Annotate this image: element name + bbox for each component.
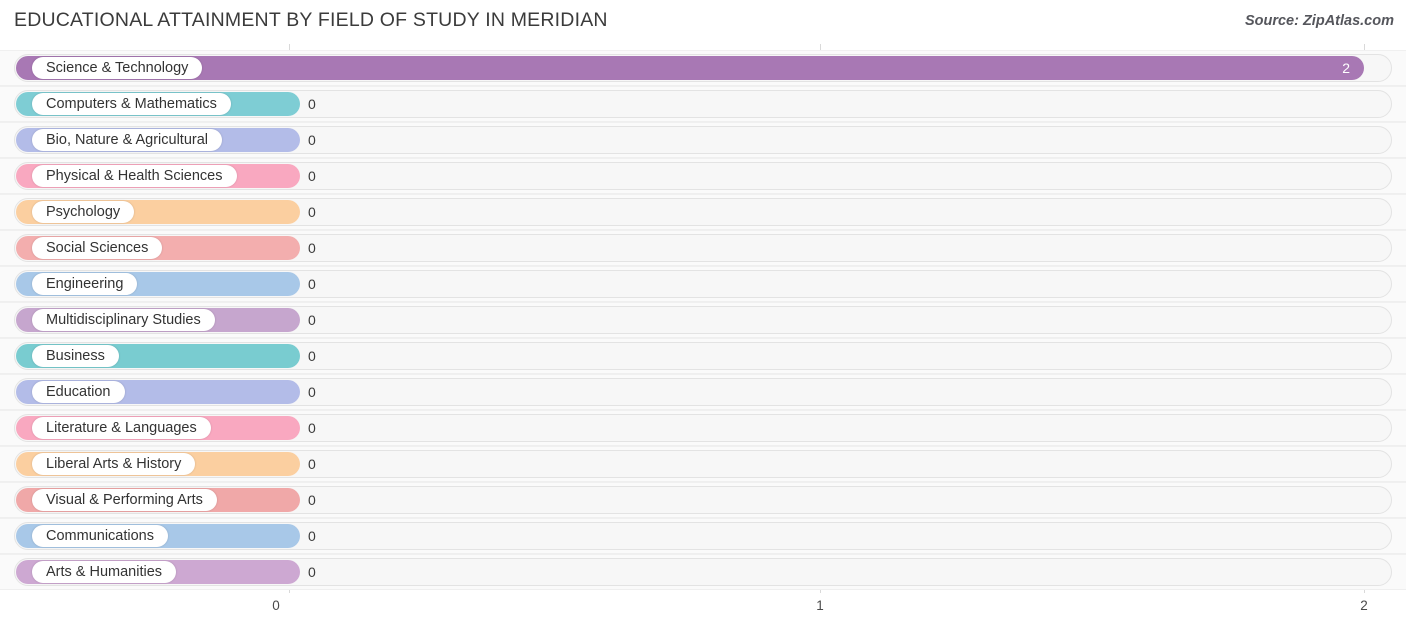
bar-value-label: 0 xyxy=(308,204,316,220)
bar-value-label: 0 xyxy=(308,384,316,400)
category-label: Computers & Mathematics xyxy=(32,93,231,115)
category-label: Social Sciences xyxy=(32,237,163,259)
category-label: Science & Technology xyxy=(32,57,203,79)
table-row: 2 Science & Technology xyxy=(0,50,1406,86)
table-row: 0 Education xyxy=(0,374,1406,410)
category-label: Literature & Languages xyxy=(32,417,211,439)
table-row: 0 Arts & Humanities xyxy=(0,554,1406,590)
category-label: Psychology xyxy=(32,201,135,223)
bar-value-label: 0 xyxy=(308,492,316,508)
category-label: Liberal Arts & History xyxy=(32,453,196,475)
bar-value-label: 0 xyxy=(308,564,316,580)
bar-value-label: 0 xyxy=(308,528,316,544)
table-row: 0 Physical & Health Sciences xyxy=(0,158,1406,194)
bar-value-label: 0 xyxy=(308,168,316,184)
bar-value-label: 0 xyxy=(308,96,316,112)
table-row: 0 Visual & Performing Arts xyxy=(0,482,1406,518)
bar-value-label: 2 xyxy=(1342,60,1350,76)
table-row: 0 Communications xyxy=(0,518,1406,554)
category-label: Multidisciplinary Studies xyxy=(32,309,215,331)
category-label: Communications xyxy=(32,525,168,547)
bar-value-label: 0 xyxy=(308,456,316,472)
category-label: Bio, Nature & Agricultural xyxy=(32,129,222,151)
category-label: Education xyxy=(32,381,125,403)
x-tick-label-1: 1 xyxy=(816,598,824,613)
chart-plot-area: 2 Science & Technology 0 Computers & Mathem… xyxy=(0,44,1406,596)
bar-value-label: 0 xyxy=(308,420,316,436)
source-attribution: Source: ZipAtlas.com xyxy=(1244,13,1394,29)
category-label: Arts & Humanities xyxy=(32,561,177,583)
category-label: Visual & Performing Arts xyxy=(32,489,217,511)
x-tick-label-2: 2 xyxy=(1360,598,1368,613)
category-label: Business xyxy=(32,345,119,367)
category-label: Engineering xyxy=(32,273,138,295)
table-row: 0 Computers & Mathematics xyxy=(0,86,1406,122)
chart-header: EDUCATIONAL ATTAINMENT BY FIELD OF STUDY… xyxy=(0,0,1406,44)
table-row: 0 Multidisciplinary Studies xyxy=(0,302,1406,338)
table-row: 0 Bio, Nature & Agricultural xyxy=(0,122,1406,158)
bar-value-label: 0 xyxy=(308,240,316,256)
table-row: 0 Business xyxy=(0,338,1406,374)
x-axis: 0 1 2 xyxy=(0,596,1406,632)
page-title: EDUCATIONAL ATTAINMENT BY FIELD OF STUDY… xyxy=(14,9,608,31)
table-row: 0 Liberal Arts & History xyxy=(0,446,1406,482)
table-row: 0 Engineering xyxy=(0,266,1406,302)
bar-value-label: 0 xyxy=(308,276,316,292)
x-tick-label-0: 0 xyxy=(272,598,280,613)
category-label: Physical & Health Sciences xyxy=(32,165,237,187)
table-row: 0 Social Sciences xyxy=(0,230,1406,266)
bar-value-label: 0 xyxy=(308,348,316,364)
bar-1[interactable]: 2 xyxy=(16,56,1364,80)
table-row: 0 Psychology xyxy=(0,194,1406,230)
table-row: 0 Literature & Languages xyxy=(0,410,1406,446)
bar-value-label: 0 xyxy=(308,132,316,148)
bar-value-label: 0 xyxy=(308,312,316,328)
